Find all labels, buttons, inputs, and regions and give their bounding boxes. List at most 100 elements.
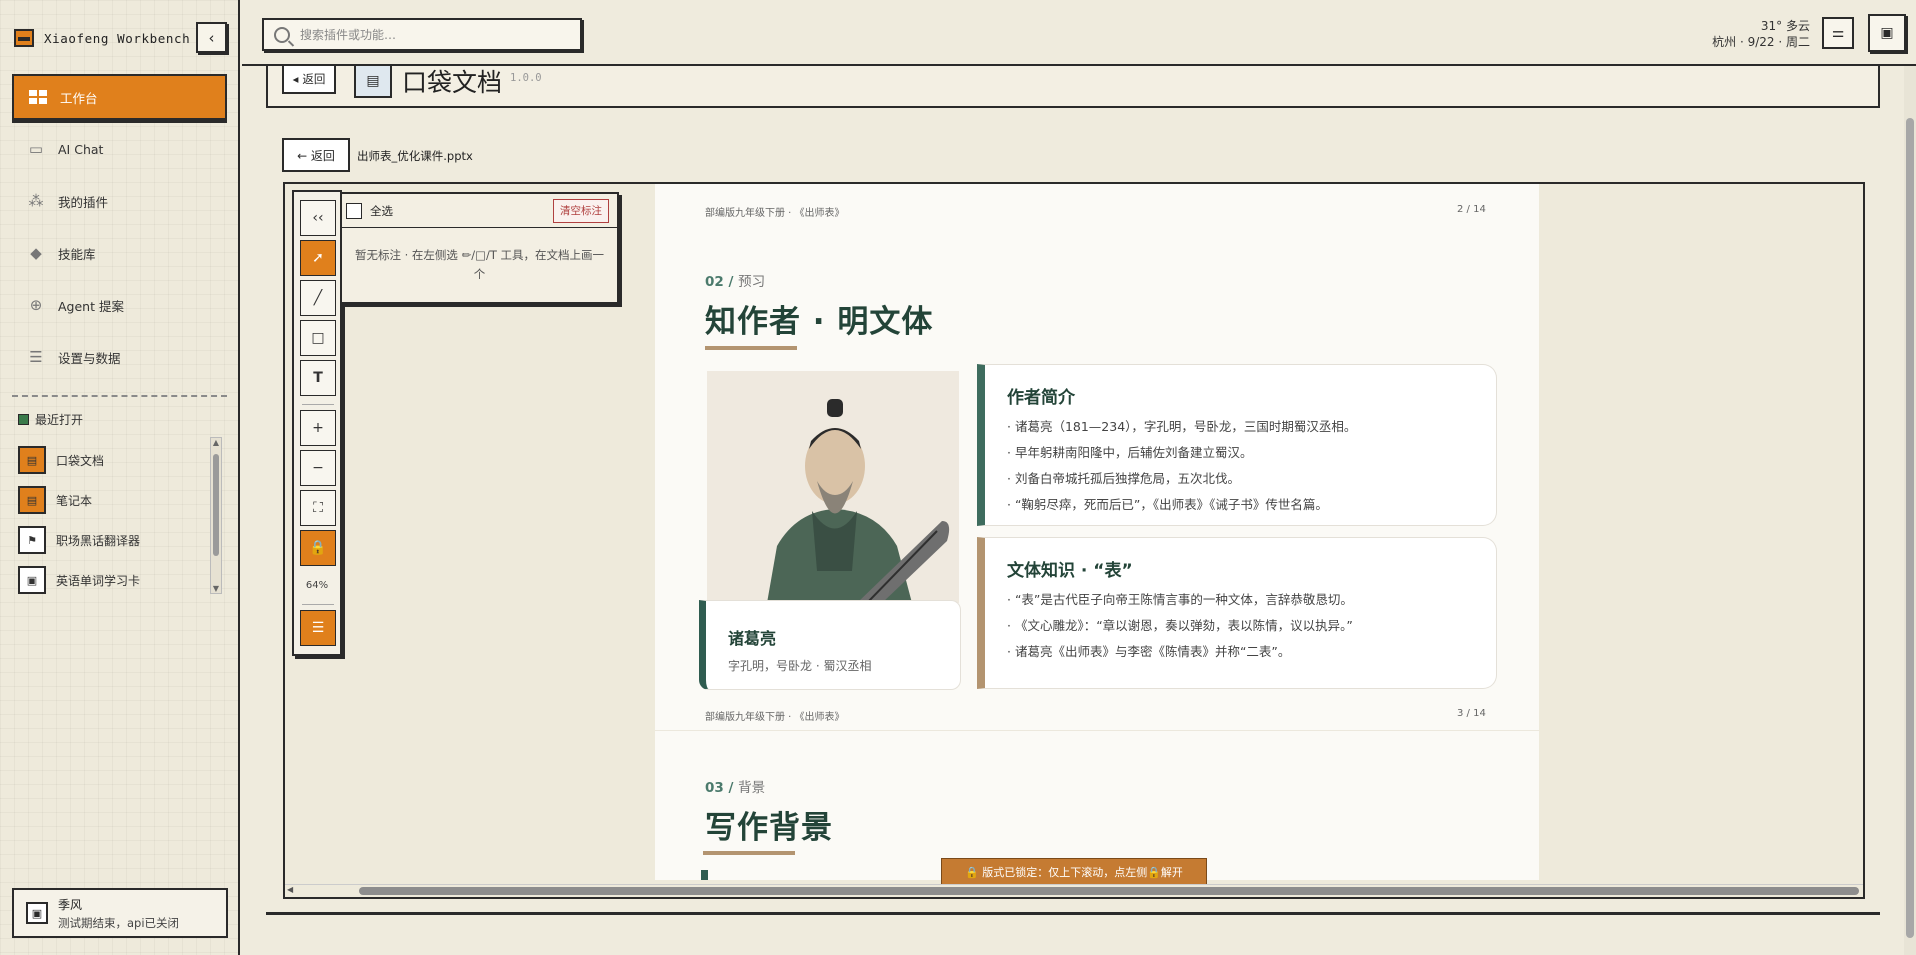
sidebar-item-label: 技能库: [58, 246, 96, 262]
sidebar-item-agent[interactable]: ⊕ Agent 提案: [12, 282, 227, 328]
sidebar-item-plugins[interactable]: ⁂ 我的插件: [12, 178, 227, 224]
slide-page-number: 3 / 14: [1457, 708, 1486, 719]
scroll-left-icon[interactable]: ◀: [287, 885, 293, 894]
app-back-label: 返回: [302, 72, 326, 86]
sidebar-nav: 工作台 ▭ AI Chat ⁂ 我的插件 ◆ 技能库 ⊕ Agent 提案 ☰ …: [12, 74, 227, 386]
pen-tool-button[interactable]: ╱: [300, 280, 336, 316]
genre-knowledge-card: 文体知识 · “表” · “表”是古代臣子向帝王陈情言事的一种文体，言辞恭敬恳切…: [977, 537, 1497, 689]
annotation-empty-hint: 暂无标注 · 在左侧选 ✏/□/T 工具，在文档上画一个: [354, 248, 605, 281]
topbar: 搜索插件或功能… 31° 多云 杭州 · 9/22 · 周二 ⚌ ▣: [242, 0, 1916, 66]
collapse-sidebar-button[interactable]: ‹: [196, 22, 227, 53]
slide-title: 知作者 · 明文体: [705, 304, 934, 340]
select-tool-button[interactable]: ➚: [300, 240, 336, 276]
flashcard-icon: ▣: [18, 566, 46, 594]
weather-widget: 31° 多云 杭州 · 9/22 · 周二: [1712, 18, 1810, 50]
recent-scrollbar[interactable]: ▲ ▼: [210, 437, 222, 594]
rect-tool-button[interactable]: □: [300, 320, 336, 356]
skill-icon: ◆: [30, 244, 42, 262]
sidebar-item-settings[interactable]: ☰ 设置与数据: [12, 334, 227, 380]
zoom-out-button[interactable]: −: [300, 450, 336, 486]
recent-scrollbar-thumb[interactable]: [213, 454, 219, 556]
sidebar-item-skills[interactable]: ◆ 技能库: [12, 230, 227, 276]
list-icon: ☰: [311, 620, 325, 636]
kicker-text: 背景: [738, 780, 766, 796]
double-chevron-left-icon: ‹‹: [312, 210, 324, 226]
robot-icon: ⊕: [29, 296, 43, 314]
recent-title-label: 最近打开: [35, 413, 84, 427]
scroll-up-icon[interactable]: ▲: [211, 438, 221, 447]
tool-separator: [302, 604, 334, 605]
file-back-button[interactable]: ← 返回: [282, 138, 350, 172]
clear-annotations-button[interactable]: 清空标注: [553, 198, 609, 223]
slide-canvas: 部编版九年级下册 · 《出师表》 2 / 14 02 / 预习 知作者 · 明文…: [655, 184, 1539, 880]
text-icon: T: [313, 370, 323, 386]
sidebar-item-ai-chat[interactable]: ▭ AI Chat: [12, 126, 227, 172]
fit-screen-button[interactable]: ⛶: [300, 490, 336, 526]
plus-icon: +: [312, 420, 324, 436]
lock-icon: 🔒: [309, 540, 327, 556]
annotation-panel-header: 全选 清空标注: [342, 194, 617, 228]
fullscreen-icon: ⛶: [313, 500, 323, 516]
search-box[interactable]: 搜索插件或功能…: [262, 18, 582, 51]
card-title: 文体知识 · “表”: [1007, 561, 1133, 581]
recent-section-title: 最近打开: [18, 411, 83, 428]
horizontal-scrollbar-thumb[interactable]: [359, 887, 1859, 895]
weather-location-date: 杭州 · 9/22 · 周二: [1712, 35, 1810, 49]
sidebar-item-label: AI Chat: [58, 141, 104, 157]
recent-item-notebook[interactable]: ▤ 笔记本: [18, 480, 218, 520]
portrait-illustration: [707, 371, 959, 603]
page-vertical-scrollbar[interactable]: [1904, 66, 1916, 955]
sidebar-item-workbench[interactable]: 工作台: [12, 74, 227, 120]
kicker-text: 预习: [738, 274, 766, 290]
portrait-caption: 诸葛亮 字孔明，号卧龙 · 蜀汉丞相: [699, 600, 961, 690]
brand: Xiaofeng Workbench: [14, 26, 190, 50]
recent-item-label: 职场黑话翻译器: [56, 533, 141, 548]
card-line: · 诸葛亮（181—234），字孔明，号卧龙，三国时期蜀汉丞相。: [1007, 419, 1357, 434]
settings-button[interactable]: ⚌: [1822, 17, 1854, 49]
weather-temp: 31° 多云: [1760, 19, 1810, 33]
zhuge-liang-portrait: [707, 371, 959, 603]
sidebar-item-label: Agent 提案: [58, 298, 124, 314]
layout-lock-button[interactable]: 🔒: [300, 530, 336, 566]
app-back-button[interactable]: ◂ 返回: [282, 64, 336, 94]
card-edge: [701, 870, 708, 880]
collapse-tools-button[interactable]: ‹‹: [300, 200, 336, 236]
dashboard-icon: [28, 88, 48, 106]
rectangle-icon: □: [311, 330, 325, 346]
translate-icon: ⚑: [18, 526, 46, 554]
text-tool-button[interactable]: T: [300, 360, 336, 396]
page-scrollbar-thumb[interactable]: [1906, 118, 1914, 938]
caret-left-icon: ◂: [292, 72, 299, 86]
brand-name: Xiaofeng Workbench: [44, 30, 191, 46]
recent-item-flashcards[interactable]: ▣ 英语单词学习卡: [18, 560, 218, 600]
sidebar: Xiaofeng Workbench ‹ 工作台 ▭ AI Chat ⁂ 我的插…: [0, 0, 240, 955]
scroll-down-icon[interactable]: ▼: [211, 584, 221, 593]
horizontal-scrollbar[interactable]: ◀: [285, 884, 1863, 896]
card-line: · “鞠躬尽瘁，死而后已”，《出师表》《诫子书》传世名篇。: [1007, 497, 1328, 512]
recent-item-label: 笔记本: [56, 493, 93, 508]
search-input[interactable]: 搜索插件或功能…: [300, 26, 396, 43]
caption-name: 诸葛亮: [728, 629, 777, 648]
slide-kicker: 02 / 预习: [705, 270, 765, 290]
content-bottom-border: [266, 912, 1880, 915]
document-icon: ▤: [18, 446, 46, 474]
card-title: 作者简介: [1007, 388, 1075, 408]
robot-icon: ▣: [1880, 25, 1894, 41]
profile-button[interactable]: ▣: [1868, 14, 1906, 52]
card-line: · 《文心雕龙》：“章以谢恩，奏以弹劾，表以陈情，议以执异。”: [1007, 618, 1353, 633]
user-name: 季风: [58, 897, 83, 912]
recent-item-pocket-docs[interactable]: ▤ 口袋文档: [18, 440, 218, 480]
layout-locked-notice[interactable]: 🔒 版式已锁定：仅上下滚动，点左侧🔒解开: [941, 858, 1207, 886]
sidebar-divider: [12, 395, 227, 397]
zoom-in-button[interactable]: +: [300, 410, 336, 446]
app-header: ◂ 返回 ▤ 口袋文档 1.0.0: [266, 64, 1880, 108]
select-all-checkbox[interactable]: [346, 202, 362, 219]
recent-item-jargon-translator[interactable]: ⚑ 职场黑话翻译器: [18, 520, 218, 560]
app-version: 1.0.0: [510, 72, 542, 84]
outline-list-button[interactable]: ☰: [300, 610, 336, 646]
card-line: · 早年躬耕南阳隆中，后辅佐刘备建立蜀汉。: [1007, 445, 1253, 460]
user-card[interactable]: ▣ 季风 测试期结束，api已关闭: [12, 888, 228, 938]
recent-item-label: 口袋文档: [56, 453, 105, 468]
title-underline: [705, 346, 797, 350]
recent-marker-icon: [18, 414, 29, 425]
